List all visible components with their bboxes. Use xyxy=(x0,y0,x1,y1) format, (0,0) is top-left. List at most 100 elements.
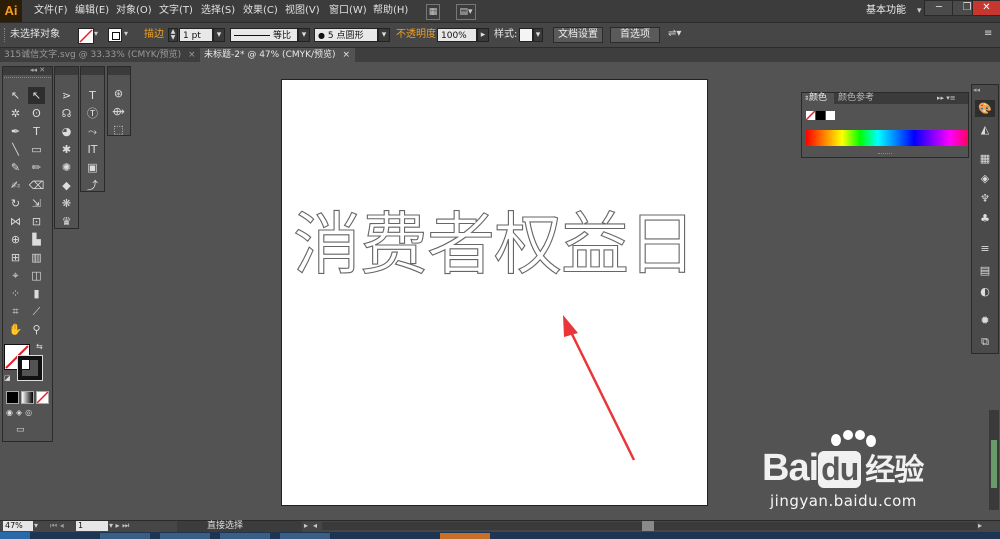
symbol-scruncher-flyout-icon[interactable]: ⬚ xyxy=(110,121,127,138)
symbol-spray-flyout-icon[interactable]: ⊛ xyxy=(110,85,127,102)
scallop-flyout-icon[interactable]: ♛ xyxy=(58,213,75,230)
fill-dropdown-icon[interactable]: ▾ xyxy=(94,29,98,38)
workspace-dropdown-icon[interactable]: ▾ xyxy=(917,0,922,22)
status-menu-icon[interactable]: ▸ xyxy=(304,521,308,530)
menu-edit[interactable]: 编辑(E) xyxy=(75,0,109,22)
pucker-flyout-icon[interactable]: ✱ xyxy=(58,141,75,158)
first-page-icon[interactable]: ⏮ ◂ xyxy=(50,521,64,531)
swatch-none[interactable] xyxy=(806,111,815,120)
page-input[interactable]: 1 xyxy=(76,521,108,531)
workspace-switcher[interactable]: 基本功能 xyxy=(866,0,906,22)
screen-mode-icon[interactable]: ▭ xyxy=(16,425,34,435)
path-type-flyout-icon[interactable]: ⤳ xyxy=(84,123,101,140)
layers-icon[interactable]: ◈ xyxy=(975,170,995,187)
panel-menu-icon[interactable]: ≡ xyxy=(984,28,992,39)
type-flyout-icon[interactable]: T xyxy=(84,87,101,104)
tab-color[interactable]: ⇕颜色 xyxy=(802,93,834,104)
draw-modes-icon[interactable]: ◉◈◎ xyxy=(6,408,50,418)
twirl-flyout-icon[interactable]: ◕ xyxy=(58,123,75,140)
outlined-text-artwork[interactable]: 消费者权益日 xyxy=(284,196,704,286)
swap-colors-icon[interactable]: ⇆ xyxy=(36,342,43,351)
preferences-button[interactable]: 首选项 xyxy=(610,27,660,43)
symbol-shift-flyout-icon[interactable]: ⟴ xyxy=(110,103,127,120)
type-tool-icon[interactable]: T xyxy=(28,123,45,140)
menu-view[interactable]: 视图(V) xyxy=(285,0,320,22)
taskbar-app-2[interactable] xyxy=(160,533,210,539)
tab-color-guide[interactable]: 颜色参考 xyxy=(838,93,874,104)
swatch-white[interactable] xyxy=(826,111,835,120)
stroke-profile-dropdown[interactable]: ▾ xyxy=(298,28,310,42)
pen-tool-icon[interactable]: ✒ xyxy=(7,123,24,140)
column-graph-tool-icon[interactable]: ▮ xyxy=(28,285,45,302)
fill-none-swatch[interactable] xyxy=(78,28,94,44)
blend-flyout-icon[interactable]: ⋗ xyxy=(58,87,75,104)
selection-tool-icon[interactable]: ↖ xyxy=(7,87,24,104)
scale-tool-icon[interactable]: ⇲ xyxy=(28,195,45,212)
swatch-black[interactable] xyxy=(816,111,825,120)
appearance-icon[interactable]: ✹ xyxy=(975,312,995,329)
stroke-label[interactable]: 描边 xyxy=(144,28,164,42)
stroke-color-black[interactable] xyxy=(17,355,43,381)
opacity-dropdown[interactable]: ▸ xyxy=(477,28,489,42)
direct-selection-tool-icon[interactable]: ↖ xyxy=(28,87,45,104)
menu-type[interactable]: 文字(T) xyxy=(159,0,193,22)
warp-flyout-icon[interactable]: ☊ xyxy=(58,105,75,122)
wrinkle-flyout-icon[interactable]: ❋ xyxy=(58,195,75,212)
color-spectrum[interactable] xyxy=(806,130,968,146)
symbol-sprayer-tool-icon[interactable]: ⁘ xyxy=(7,285,24,302)
menu-effect[interactable]: 效果(C) xyxy=(243,0,278,22)
graphic-styles-icon[interactable]: ⧉ xyxy=(975,333,995,350)
stroke-weight-input[interactable]: 1 pt xyxy=(179,28,213,42)
brush-select[interactable]: ● 5 点圆形 xyxy=(314,28,378,42)
color-panel-icon[interactable]: 🎨 xyxy=(975,100,995,117)
page-nav-icons[interactable]: ▾ ▸ ⏭ xyxy=(109,521,129,531)
bloat-flyout-icon[interactable]: ✺ xyxy=(58,159,75,176)
free-transform-tool-icon[interactable]: ⊡ xyxy=(28,213,45,230)
dock-collapse-icon[interactable]: ◂◂ xyxy=(973,86,980,94)
start-button[interactable] xyxy=(0,532,30,539)
width-tool-icon[interactable]: ⋈ xyxy=(7,213,24,230)
menu-select[interactable]: 选择(S) xyxy=(201,0,235,22)
color-mode-icon[interactable] xyxy=(6,391,19,404)
rotate-tool-icon[interactable]: ↻ xyxy=(7,195,24,212)
blob-brush-tool-icon[interactable]: ✍ xyxy=(7,177,24,194)
arrange-icon[interactable]: ⇌▾ xyxy=(668,28,681,39)
tab-315-svg[interactable]: 315诚信文字.svg @ 33.33% (CMYK/预览) × xyxy=(0,48,200,62)
bridge-icon[interactable]: ▦ xyxy=(426,4,440,20)
gradient-panel-icon[interactable]: ▤ xyxy=(975,262,995,279)
vertical-path-type-flyout-icon[interactable]: ⤴ xyxy=(84,177,101,194)
symbols-icon[interactable]: ♣ xyxy=(975,210,995,227)
area-type-flyout-icon[interactable]: Ⓣ xyxy=(84,105,101,122)
taskbar-app-1[interactable] xyxy=(100,533,150,539)
stroke-profile-select[interactable]: 等比 xyxy=(230,28,298,42)
tab-untitled-2[interactable]: 未标题-2* @ 47% (CMYK/预览) × xyxy=(200,48,355,62)
rectangle-tool-icon[interactable]: ▭ xyxy=(28,141,45,158)
style-dropdown[interactable]: ▾ xyxy=(533,28,543,42)
stroke-panel-icon[interactable]: ≡ xyxy=(975,240,995,257)
mesh-tool-icon[interactable]: ⊞ xyxy=(7,249,24,266)
tab-close-icon[interactable]: × xyxy=(342,50,350,60)
menu-file[interactable]: 文件(F) xyxy=(34,0,68,22)
zoom-input[interactable]: 47% xyxy=(3,521,33,531)
eraser-tool-icon[interactable]: ⌫ xyxy=(28,177,45,194)
minimize-button[interactable]: ─ xyxy=(924,0,954,16)
panel-collapse-icon[interactable]: ▸▸ ▾≡ xyxy=(937,93,956,104)
collapse-icon[interactable]: ◂◂ ✕ xyxy=(30,66,45,74)
menu-help[interactable]: 帮助(H) xyxy=(373,0,408,22)
gradient-mode-icon[interactable] xyxy=(21,391,34,404)
scroll-left-icon[interactable]: ◂ xyxy=(313,521,317,530)
vertical-type-flyout-icon[interactable]: IT xyxy=(84,141,101,158)
magic-wand-tool-icon[interactable]: ✲ xyxy=(7,105,24,122)
scrollbar-thumb[interactable] xyxy=(642,521,654,531)
pencil-tool-icon[interactable]: ✏ xyxy=(28,159,45,176)
perspective-grid-tool-icon[interactable]: ▙ xyxy=(28,231,45,248)
stroke-weight-stepper[interactable]: ▲ ▼ xyxy=(168,28,178,42)
vertical-area-type-flyout-icon[interactable]: ▣ xyxy=(84,159,101,176)
scroll-right-icon[interactable]: ▸ xyxy=(978,521,982,530)
gradient-tool-icon[interactable]: ▥ xyxy=(28,249,45,266)
taskbar-app-4[interactable] xyxy=(280,533,330,539)
zoom-tool-icon[interactable]: ⚲ xyxy=(28,321,45,338)
none-mode-icon[interactable] xyxy=(36,391,49,404)
shape-builder-tool-icon[interactable]: ⊕ xyxy=(7,231,24,248)
lasso-tool-icon[interactable]: ʘ xyxy=(28,105,45,122)
